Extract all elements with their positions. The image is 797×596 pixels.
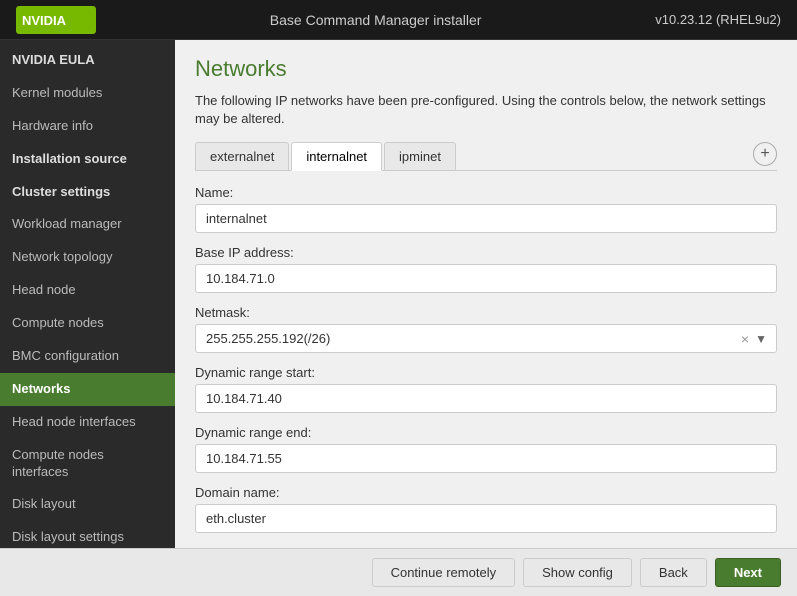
sidebar-item-compute-nodes[interactable]: Compute nodes — [0, 307, 175, 340]
base-ip-input[interactable] — [195, 264, 777, 293]
sidebar-item-cluster-settings[interactable]: Cluster settings — [0, 176, 175, 209]
domain-label: Domain name: — [195, 485, 777, 500]
domain-field-group: Domain name: — [195, 485, 777, 533]
dynamic-start-label: Dynamic range start: — [195, 365, 777, 380]
app-version: v10.23.12 (RHEL9u2) — [655, 12, 781, 27]
main-content: Networks The following IP networks have … — [175, 40, 797, 548]
netmask-select-wrapper: 255.255.255.192(/26) × ▼ — [195, 324, 777, 353]
netmask-clear-icon[interactable]: × — [741, 331, 749, 347]
sidebar-item-disk-layout[interactable]: Disk layout — [0, 488, 175, 521]
sidebar-item-network-topology[interactable]: Network topology — [0, 241, 175, 274]
page-description: The following IP networks have been pre-… — [195, 92, 777, 128]
netmask-field-group: Netmask: 255.255.255.192(/26) × ▼ — [195, 305, 777, 353]
next-button[interactable]: Next — [715, 558, 781, 587]
domain-input[interactable] — [195, 504, 777, 533]
dynamic-end-input[interactable] — [195, 444, 777, 473]
sidebar-item-hardware-info[interactable]: Hardware info — [0, 110, 175, 143]
tab-externalnet[interactable]: externalnet — [195, 142, 289, 170]
sidebar-item-kernel-modules[interactable]: Kernel modules — [0, 77, 175, 110]
sidebar-item-nvidia-eula[interactable]: NVIDIA EULA — [0, 44, 175, 77]
show-config-button[interactable]: Show config — [523, 558, 632, 587]
sidebar-item-installation-source[interactable]: Installation source — [0, 143, 175, 176]
dynamic-start-input[interactable] — [195, 384, 777, 413]
sidebar-item-bmc-configuration[interactable]: BMC configuration — [0, 340, 175, 373]
name-field-group: Name: — [195, 185, 777, 233]
dynamic-end-label: Dynamic range end: — [195, 425, 777, 440]
tab-ipminet[interactable]: ipminet — [384, 142, 456, 170]
logo: NVIDIA — [16, 6, 96, 34]
header: NVIDIA Base Command Manager installer v1… — [0, 0, 797, 40]
netmask-label: Netmask: — [195, 305, 777, 320]
base-ip-label: Base IP address: — [195, 245, 777, 260]
sidebar: NVIDIA EULAKernel modulesHardware infoIn… — [0, 40, 175, 548]
svg-text:NVIDIA: NVIDIA — [22, 13, 67, 28]
base-ip-field-group: Base IP address: — [195, 245, 777, 293]
nvidia-logo-icon: NVIDIA — [16, 6, 96, 34]
sidebar-item-networks[interactable]: Networks — [0, 373, 175, 406]
app-title: Base Command Manager installer — [270, 12, 482, 28]
layout: NVIDIA EULAKernel modulesHardware infoIn… — [0, 40, 797, 548]
page-title: Networks — [195, 56, 777, 82]
netmask-select[interactable]: 255.255.255.192(/26) — [195, 324, 777, 353]
name-input[interactable] — [195, 204, 777, 233]
add-network-button[interactable]: + — [753, 142, 777, 166]
sidebar-item-disk-layout-settings[interactable]: Disk layout settings — [0, 521, 175, 548]
dynamic-end-field-group: Dynamic range end: — [195, 425, 777, 473]
sidebar-item-workload-manager[interactable]: Workload manager — [0, 208, 175, 241]
sidebar-item-compute-nodes-interfaces[interactable]: Compute nodes interfaces — [0, 439, 175, 489]
dynamic-start-field-group: Dynamic range start: — [195, 365, 777, 413]
sidebar-item-head-node-interfaces[interactable]: Head node interfaces — [0, 406, 175, 439]
network-tabs: externalnet internalnet ipminet + — [195, 142, 777, 171]
name-label: Name: — [195, 185, 777, 200]
tab-internalnet[interactable]: internalnet — [291, 142, 382, 171]
sidebar-item-head-node[interactable]: Head node — [0, 274, 175, 307]
continue-remotely-button[interactable]: Continue remotely — [372, 558, 516, 587]
back-button[interactable]: Back — [640, 558, 707, 587]
footer: Continue remotely Show config Back Next — [0, 548, 797, 596]
